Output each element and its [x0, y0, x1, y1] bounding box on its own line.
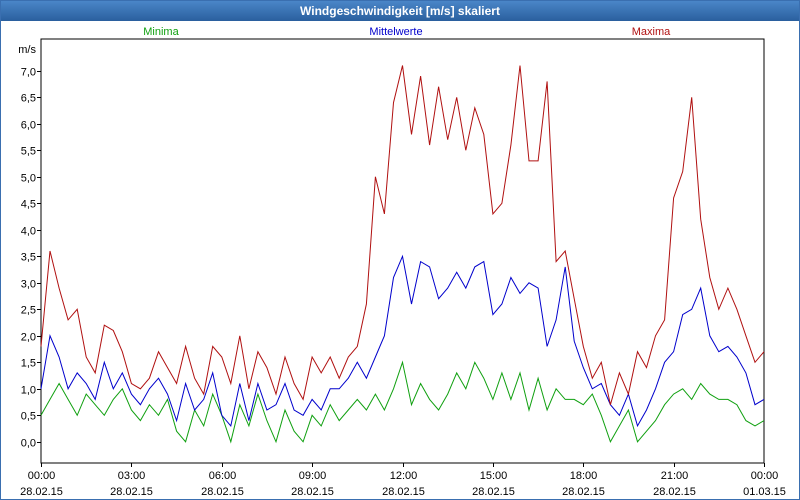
x-tick-label-time: 12:00 [390, 470, 418, 482]
legend: Minima Mittelwerte Maxima [143, 26, 671, 38]
y-tick-label: 5,5 [21, 146, 36, 158]
y-tick-label: 4,5 [21, 199, 36, 211]
x-tick-label-time: 09:00 [299, 470, 327, 482]
x-tick-label-date: 28.02.15 [653, 486, 696, 498]
x-tick-label-date: 01.03.15 [743, 486, 786, 498]
y-tick-label: 1,5 [21, 358, 36, 370]
x-tick-label-date: 28.02.15 [110, 486, 153, 498]
axes: 0,0 0,5 1,0 1,5 2,0 2,5 3,0 3,5 4,0 4,5 5,0 5,5 6,0 6… [18, 38, 786, 498]
x-tick-label-time: 00:00 [28, 470, 56, 482]
y-tick-label: 3,5 [21, 252, 36, 264]
x-tick-label-date: 28.02.15 [20, 486, 63, 498]
x-tick-label-time: 21:00 [661, 470, 689, 482]
chart-window: Windgeschwindigkeit [m/s] skaliert 0,0 0,… [0, 0, 800, 500]
x-tick-label-time: 18:00 [570, 470, 598, 482]
x-tick-label-date: 28.02.15 [382, 486, 425, 498]
x-tick-label-time: 00:00 [751, 470, 779, 482]
wind-speed-chart: 0,0 0,5 1,0 1,5 2,0 2,5 3,0 3,5 4,0 4,5 5,0 5,5 6,0 6… [18, 26, 786, 498]
x-tick-label-time: 03:00 [118, 470, 146, 482]
y-tick-label: 0,0 [21, 438, 36, 450]
y-tick-label: 2,0 [21, 332, 36, 344]
y-tick-label: 7,0 [21, 67, 36, 79]
y-tick-label: 3,0 [21, 279, 36, 291]
plot-frame [40, 38, 765, 464]
y-axis-label: m/s [18, 44, 36, 56]
y-tick-label: 6,5 [21, 93, 36, 105]
y-tick-label: 6,0 [21, 120, 36, 132]
y-tick-label: 2,5 [21, 305, 36, 317]
y-tick-label: 5,0 [21, 173, 36, 185]
y-tick-label: 4,0 [21, 226, 36, 238]
legend-minima: Minima [143, 26, 179, 38]
chart-title: Windgeschwindigkeit [m/s] skaliert [1, 1, 799, 21]
y-tick-label: 0,5 [21, 411, 36, 423]
x-tick-label-date: 28.02.15 [291, 486, 334, 498]
legend-mittelwerte: Mittelwerte [369, 26, 422, 38]
x-tick-label-date: 28.02.15 [472, 486, 515, 498]
x-tick-label-time: 06:00 [209, 470, 237, 482]
legend-maxima: Maxima [632, 26, 671, 38]
y-tick-label: 1,0 [21, 385, 36, 397]
x-tick-label-date: 28.02.15 [201, 486, 244, 498]
x-tick-label-time: 15:00 [480, 470, 508, 482]
x-tick-label-date: 28.02.15 [562, 486, 605, 498]
